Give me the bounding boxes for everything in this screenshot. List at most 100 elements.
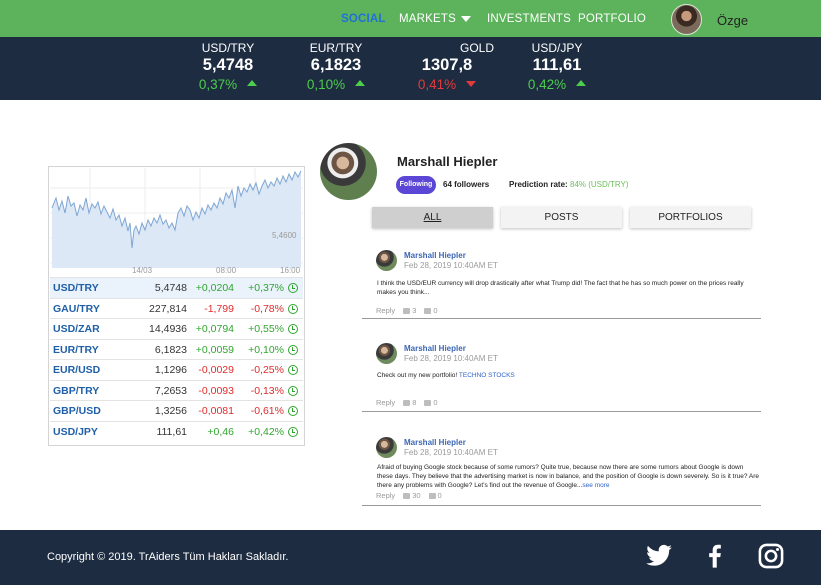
market-delta: +0,0204: [195, 282, 234, 294]
market-symbol[interactable]: GAU/TRY: [53, 303, 100, 315]
like-count: 3: [412, 306, 417, 315]
user-avatar[interactable]: [671, 4, 702, 35]
tab-all[interactable]: ALL: [372, 207, 493, 228]
market-row[interactable]: EUR/TRY 6,1823 +0,0059 +0,10%: [50, 338, 303, 360]
market-symbol[interactable]: EUR/USD: [53, 364, 100, 376]
market-percent: -0,78%: [250, 302, 284, 315]
profile-name: Marshall Hiepler: [397, 154, 498, 169]
post-date: Feb 28, 2019 10:40AM ET: [404, 354, 498, 363]
ticker-value: 6,1823: [310, 56, 362, 74]
market-symbol[interactable]: USD/ZAR: [53, 323, 100, 335]
market-symbol[interactable]: USD/TRY: [53, 282, 99, 294]
market-delta: -0,0081: [198, 405, 234, 417]
nav-portfolio[interactable]: PORTFOLIO: [578, 13, 646, 25]
market-percent: -0,13%: [250, 384, 284, 397]
ticker-change: 0,37%: [168, 77, 288, 92]
facebook-icon[interactable]: [701, 542, 729, 570]
post-author-avatar[interactable]: [376, 250, 397, 271]
post-text: Afraid of buying Google stock because of…: [377, 464, 760, 489]
post-footer: Reply 30 0: [376, 491, 442, 500]
nav-investments[interactable]: INVESTMENTS: [487, 13, 571, 25]
market-symbol[interactable]: GBP/TRY: [53, 385, 99, 397]
market-delta: -1,799: [204, 302, 234, 315]
post-card: Marshall Hiepler Feb 28, 2019 10:40AM ET…: [362, 246, 761, 319]
ticker-change: 0,10%: [276, 77, 396, 92]
market-row[interactable]: GBP/USD 1,3256 -0,0081 -0,61%: [50, 400, 303, 421]
market-row[interactable]: USD/ZAR 14,4936 +0,0794 +0,55%: [50, 318, 303, 339]
prediction-rate-value: 84% (USD/TRY): [570, 180, 629, 189]
ticker-value: 111,61: [532, 56, 582, 74]
chevron-down-icon[interactable]: [461, 16, 471, 22]
tab-posts[interactable]: POSTS: [501, 207, 622, 228]
market-price: 1,3256: [154, 405, 187, 417]
clock-icon: [288, 303, 298, 314]
post-footer: Reply 3 0: [376, 306, 438, 315]
market-row[interactable]: GBP/TRY 7,2653 -0,0093 -0,13%: [50, 379, 303, 401]
thumbs-down-icon[interactable]: [424, 308, 432, 314]
arrow-up-icon: [355, 80, 366, 86]
market-symbol[interactable]: GBP/USD: [53, 405, 101, 417]
thumbs-up-icon[interactable]: [403, 308, 411, 314]
market-symbol[interactable]: EUR/TRY: [53, 344, 99, 356]
market-delta: -0,0029: [198, 364, 234, 376]
reply-button[interactable]: Reply: [376, 306, 395, 315]
market-row[interactable]: EUR/USD 1,1296 -0,0029 -0,25%: [50, 359, 303, 380]
post-date: Feb 28, 2019 10:40AM ET: [404, 448, 498, 457]
market-price: 5,4748: [154, 282, 187, 294]
market-price: 6,1823: [154, 343, 187, 356]
clock-icon: [288, 324, 298, 334]
post-date: Feb 28, 2019 10:40AM ET: [404, 261, 498, 270]
ticker-symbol: USD/JPY: [531, 41, 583, 55]
market-percent: -0,61%: [250, 405, 284, 417]
thumbs-up-icon[interactable]: [403, 400, 411, 406]
ticker-symbol: EUR/TRY: [309, 41, 363, 55]
thumbs-down-icon[interactable]: [424, 400, 432, 406]
nav-social[interactable]: SOCIAL: [341, 13, 386, 25]
instagram-icon[interactable]: [757, 542, 785, 570]
market-symbol[interactable]: USD/JPY: [53, 426, 98, 438]
prediction-rate-label: Prediction rate:: [509, 180, 568, 189]
ticker-bar: USD/TRY 5,4748 0,37% EUR/TRY 6,1823 0,10…: [0, 37, 821, 100]
thumbs-up-icon[interactable]: [403, 493, 411, 499]
post-author[interactable]: Marshall Hiepler: [404, 438, 466, 447]
post-footer: Reply 8 0: [376, 398, 438, 407]
ticker-symbol: USD/TRY: [201, 41, 255, 55]
thumbs-down-icon[interactable]: [428, 493, 436, 499]
market-percent: -0,25%: [250, 364, 284, 376]
post-author-avatar[interactable]: [376, 343, 397, 364]
dislike-count: 0: [433, 398, 438, 407]
followers-count[interactable]: 64 followers: [443, 180, 489, 189]
profile-avatar: [320, 143, 377, 200]
reply-button[interactable]: Reply: [376, 398, 395, 407]
portfolio-link[interactable]: TECHNO STOCKS: [459, 372, 515, 379]
dislike-count: 0: [437, 491, 442, 500]
market-row[interactable]: USD/JPY 111,61 +0,46 +0,42%: [50, 420, 303, 442]
following-button[interactable]: Following: [396, 176, 436, 194]
market-widget: 5,4600 14/03 08:00 16:00 USD/TRY 5,4748 …: [48, 166, 305, 446]
like-count: 30: [412, 491, 421, 500]
market-price: 14,4936: [149, 323, 187, 335]
tab-portfolios[interactable]: PORTFOLIOS: [630, 207, 751, 228]
twitter-icon[interactable]: [645, 542, 673, 570]
market-percent: +0,42%: [248, 425, 284, 438]
market-delta: -0,0093: [198, 384, 234, 397]
see-more-link[interactable]: see more: [582, 482, 609, 489]
market-delta: +0,46: [207, 425, 234, 438]
market-percent: +0,10%: [248, 343, 284, 356]
ticker-change: 0,41%: [387, 77, 507, 92]
reply-button[interactable]: Reply: [376, 491, 395, 500]
market-row[interactable]: GAU/TRY 227,814 -1,799 -0,78%: [50, 297, 303, 319]
post-author[interactable]: Marshall Hiepler: [404, 251, 466, 260]
market-price: 1,1296: [154, 364, 187, 376]
nav-markets[interactable]: MARKETS: [399, 13, 456, 25]
user-name[interactable]: Özge: [717, 13, 748, 28]
market-percent: +0,37%: [248, 282, 284, 294]
price-chart[interactable]: 5,4600 14/03 08:00 16:00: [50, 168, 303, 276]
ticker-value: 1307,8: [421, 56, 473, 74]
arrow-up-icon: [247, 80, 258, 86]
market-price: 7,2653: [154, 384, 187, 397]
post-author-avatar[interactable]: [376, 437, 397, 458]
market-row[interactable]: USD/TRY 5,4748 +0,0204 +0,37%: [50, 277, 303, 298]
clock-icon: [288, 283, 298, 293]
post-author[interactable]: Marshall Hiepler: [404, 344, 466, 353]
